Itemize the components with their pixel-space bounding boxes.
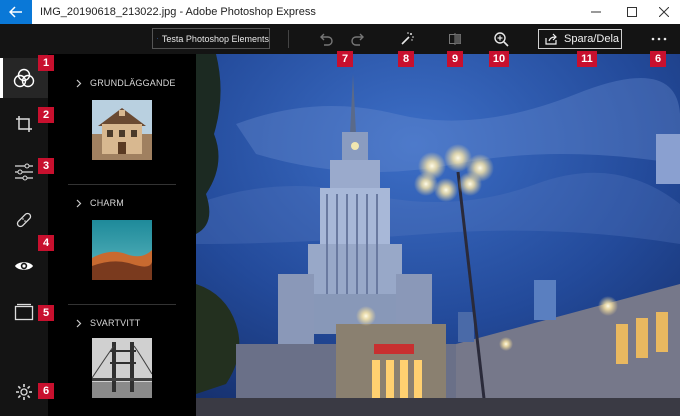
undo-button[interactable] xyxy=(314,29,336,49)
maximize-icon xyxy=(627,7,637,17)
back-arrow-icon xyxy=(9,6,22,18)
maximize-button[interactable] xyxy=(614,0,650,24)
callout-badge: 6 xyxy=(650,51,666,67)
category-header-bw[interactable]: SVARTVITT xyxy=(76,318,140,328)
minimize-button[interactable] xyxy=(578,0,614,24)
category-label: CHARM xyxy=(90,198,124,208)
callout-badge: 5 xyxy=(38,305,54,321)
look-thumbnail-charm[interactable] xyxy=(92,220,152,280)
close-button[interactable] xyxy=(646,0,680,24)
callout-badge: 1 xyxy=(38,55,54,71)
callout-badge: 11 xyxy=(577,51,597,67)
more-ellipsis-icon xyxy=(651,37,667,41)
rail-item-healing[interactable] xyxy=(0,200,48,240)
photoshop-elements-logo-icon xyxy=(157,38,158,39)
compare-split-icon xyxy=(449,33,461,45)
healing-bandage-icon xyxy=(16,212,32,228)
photo-canvas[interactable] xyxy=(196,54,680,416)
callout-badge: 10 xyxy=(489,51,509,67)
try-photoshop-elements-button[interactable]: Testa Photoshop Elements xyxy=(152,28,270,49)
title-bar: IMG_20190618_213022.jpg - Adobe Photosho… xyxy=(0,0,680,24)
chevron-right-icon xyxy=(76,199,82,207)
house-photo-thumbnail xyxy=(92,100,152,160)
minimize-icon xyxy=(591,11,601,13)
callout-badge: 9 xyxy=(447,51,463,67)
category-divider xyxy=(68,184,176,185)
close-icon xyxy=(659,7,669,17)
adjust-sliders-icon xyxy=(15,163,33,181)
zoom-button[interactable] xyxy=(490,29,512,49)
border-frame-icon xyxy=(14,303,34,321)
compare-button[interactable] xyxy=(444,29,466,49)
save-share-button[interactable]: Spara/Dela xyxy=(538,29,622,49)
share-export-icon xyxy=(545,33,557,45)
category-divider xyxy=(68,304,176,305)
crop-icon xyxy=(16,116,32,132)
save-share-label: Spara/Dela xyxy=(564,33,620,45)
more-options-button[interactable] xyxy=(648,29,670,49)
look-thumbnail-bw[interactable] xyxy=(92,338,152,398)
magic-wand-icon xyxy=(401,32,414,45)
callout-badge: 4 xyxy=(38,235,54,251)
window-title: IMG_20190618_213022.jpg - Adobe Photosho… xyxy=(40,6,316,18)
callout-badge: 7 xyxy=(337,51,353,67)
callout-badge: 3 xyxy=(38,158,54,174)
category-header-basic[interactable]: GRUNDLÄGGANDE xyxy=(76,78,176,88)
eye-icon xyxy=(15,262,33,270)
callout-badge: 2 xyxy=(38,107,54,123)
bridge-photo-thumbnail xyxy=(92,338,152,398)
zoom-in-icon xyxy=(494,32,509,47)
back-button[interactable] xyxy=(0,0,32,24)
look-thumbnail-basic[interactable] xyxy=(92,100,152,160)
auto-fix-button[interactable] xyxy=(396,29,418,49)
settings-gear-icon xyxy=(16,384,32,400)
callout-badge: 8 xyxy=(398,51,414,67)
redo-icon xyxy=(351,33,364,46)
active-indicator xyxy=(0,58,3,98)
desert-photo-thumbnail xyxy=(92,220,152,280)
palace-night-photo xyxy=(196,54,680,416)
looks-circles-icon xyxy=(13,68,35,88)
undo-icon xyxy=(320,33,333,46)
toolbar-divider xyxy=(288,30,289,48)
callout-badge: 6 xyxy=(38,383,54,399)
category-label: GRUNDLÄGGANDE xyxy=(90,78,176,88)
rail-item-red-eye[interactable] xyxy=(0,246,48,286)
chevron-right-icon xyxy=(76,79,82,87)
redo-button[interactable] xyxy=(348,29,370,49)
toolbar: Testa Photoshop Elements Spara/Dela xyxy=(0,24,680,54)
try-button-label: Testa Photoshop Elements xyxy=(161,33,269,44)
category-label: SVARTVITT xyxy=(90,318,141,328)
looks-panel: GRUNDLÄGGANDE CHARM SVARTVITT xyxy=(48,54,196,416)
chevron-right-icon xyxy=(76,319,82,327)
category-header-charm[interactable]: CHARM xyxy=(76,198,124,208)
